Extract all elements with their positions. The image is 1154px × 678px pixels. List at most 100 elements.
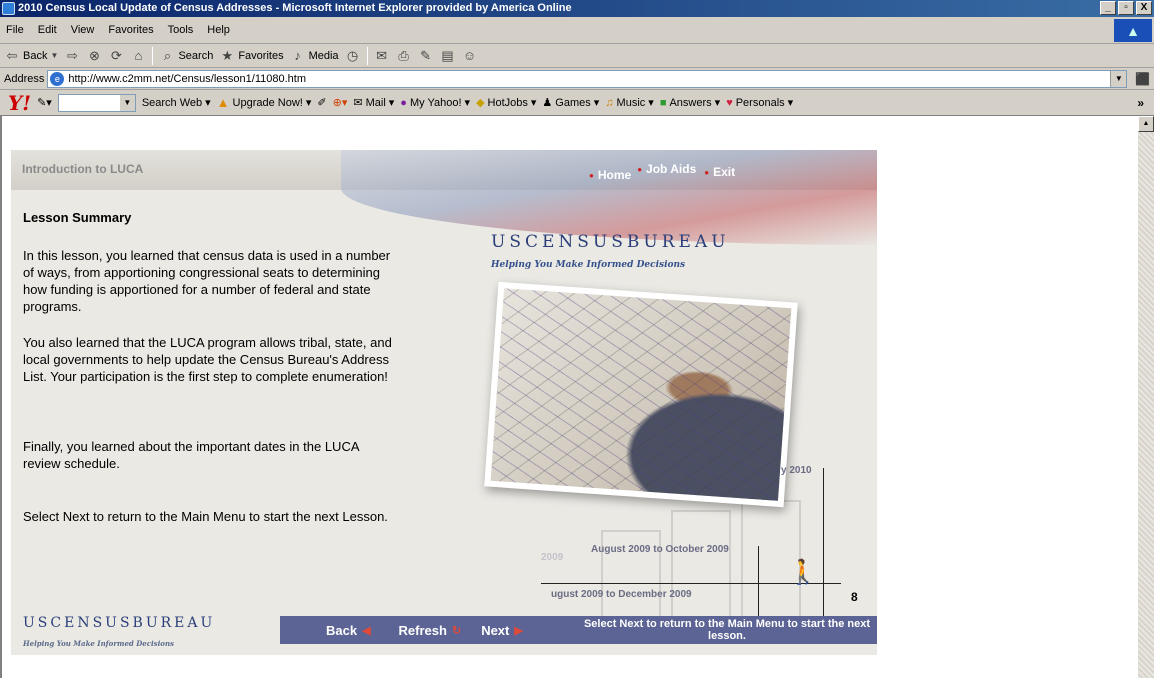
menu-file[interactable]: File [6, 24, 24, 36]
left-arrow-icon: ◀ [362, 624, 371, 637]
edit-icon[interactable]: ✎ [418, 48, 434, 64]
forward-button[interactable]: ⇨ [64, 48, 80, 64]
games-button[interactable]: ♟ Games ▾ [542, 96, 600, 110]
music-button[interactable]: ♫ Music ▾ [605, 96, 654, 110]
highlight-icon[interactable]: ✐ [317, 96, 326, 109]
maximize-button[interactable]: ▫ [1118, 1, 1134, 15]
favorites-button[interactable]: ★ Favorites [219, 48, 284, 64]
address-input[interactable]: e http://www.c2mm.net/Census/lesson1/110… [47, 69, 1128, 88]
refresh-icon[interactable]: ⟳ [108, 48, 124, 64]
search-label: Search [178, 49, 214, 62]
home-link[interactable]: Home [589, 168, 631, 182]
menu-bar: File Edit View Favorites Tools Help ▲ [0, 17, 1154, 44]
vertical-scrollbar[interactable]: ▲ [1138, 116, 1154, 678]
messenger-icon[interactable]: ☺ [462, 48, 478, 64]
summary-paragraph-1: In this lesson, you learned that census … [23, 248, 391, 314]
dropdown-icon: ▾ [787, 97, 794, 109]
address-dropdown-icon[interactable]: ▼ [1110, 70, 1127, 87]
address-url: http://www.c2mm.net/Census/lesson1/11080… [68, 72, 306, 85]
close-button[interactable]: X [1136, 1, 1152, 15]
back-nav-button[interactable]: Back ◀ [326, 623, 371, 638]
footer-census-logo: USCENSUSBUREAU [23, 615, 216, 631]
mail-label: Mail [365, 96, 386, 109]
aol-logo-icon: ▲ [1114, 19, 1152, 42]
minimize-button[interactable]: _ [1100, 1, 1116, 15]
window-title-bar[interactable]: 2010 Census Local Update of Census Addre… [0, 0, 1154, 17]
answers-label: Answers [669, 96, 712, 109]
dropdown-icon: ▾ [593, 97, 600, 109]
mail-icon[interactable]: ✉ [374, 48, 390, 64]
standard-toolbar: ⇦ Back ▼ ⇨ ⊗ ⟳ ⌂ ⌕ Search ★ Favorites ♪ … [0, 44, 1154, 68]
timeline-label-aug-oct: August 2009 to October 2009 [591, 544, 729, 555]
music-label: Music [616, 96, 646, 109]
census-bureau-logo: USCENSUSBUREAU [491, 232, 730, 252]
hotjobs-icon: ◆ [476, 97, 485, 109]
heart-icon: ♥ [726, 96, 733, 109]
yahoo-search-input[interactable]: ▼ [57, 93, 136, 112]
yahoo-logo[interactable]: Y! [8, 91, 31, 115]
games-label: Games [555, 96, 591, 109]
search-button[interactable]: ⌕ Search [159, 47, 214, 64]
census-bureau-tagline: Helping You Make Informed Decisions [491, 260, 686, 270]
next-nav-button[interactable]: Next ▶ [481, 623, 523, 638]
search-dropdown-icon[interactable]: ▼ [119, 94, 135, 111]
mail-button[interactable]: ✉ Mail ▾ [353, 96, 395, 110]
dropdown-icon: ▾ [388, 97, 395, 109]
timeline-label-faded: 2009 [541, 552, 564, 563]
dropdown-icon: ▾ [464, 97, 471, 109]
stop-icon[interactable]: ⊗ [86, 48, 102, 64]
history-icon[interactable]: ◷ [345, 48, 361, 64]
menu-favorites[interactable]: Favorites [108, 24, 153, 36]
refresh-nav-button[interactable]: Refresh ↻ [399, 623, 462, 638]
my-yahoo-label: My Yahoo! [409, 96, 462, 109]
search-icon: ⌕ [163, 47, 172, 63]
menu-view[interactable]: View [71, 24, 95, 36]
toolbar-separator [152, 46, 154, 65]
summary-paragraph-4: Select Next to return to the Main Menu t… [23, 509, 388, 524]
dropdown-icon: ▾ [205, 97, 211, 109]
hotjobs-button[interactable]: ◆ HotJobs ▾ [476, 96, 536, 110]
pdf-icon[interactable]: ⬛ [1135, 72, 1150, 86]
mail-icon: ✉ [353, 97, 363, 109]
antispy-icon[interactable]: ⊕▾ [333, 96, 348, 109]
dropdown-icon: ▾ [648, 97, 654, 109]
menu-tools[interactable]: Tools [168, 24, 194, 36]
exit-link[interactable]: Exit [704, 165, 735, 182]
lesson-frame: Introduction to LUCA Home Job Aids Exit … [11, 150, 877, 655]
pencil-icon[interactable]: ✎▾ [37, 96, 52, 109]
dropdown-icon: ▼ [50, 50, 59, 60]
search-web-button[interactable]: Search Web ▾ [142, 96, 211, 110]
discuss-icon[interactable]: ▤ [440, 48, 456, 64]
home-icon[interactable]: ⌂ [130, 48, 146, 64]
lesson-summary-heading: Lesson Summary [23, 210, 132, 225]
personals-label: Personals [735, 96, 785, 109]
menu-edit[interactable]: Edit [38, 24, 57, 36]
refresh-icon: ↻ [451, 624, 462, 637]
timeline-label-aug-dec: ugust 2009 to December 2009 [551, 589, 692, 600]
back-label: Back [23, 49, 48, 62]
media-button[interactable]: ♪ Media [290, 48, 338, 64]
dropdown-icon: ▾ [305, 97, 312, 109]
toolbar-separator [366, 46, 368, 65]
back-arrow-icon: ⇦ [6, 47, 18, 63]
job-aids-link[interactable]: Job Aids [637, 162, 696, 182]
scroll-up-arrow-icon[interactable]: ▲ [1138, 116, 1154, 132]
menu-help[interactable]: Help [207, 24, 230, 36]
print-icon[interactable]: ⎙ [396, 48, 412, 64]
lesson-nav: Home Job Aids Exit [589, 162, 735, 182]
photo-image [490, 288, 792, 501]
favorites-label: Favorites [238, 49, 284, 62]
my-yahoo-button[interactable]: ● My Yahoo! ▾ [400, 96, 471, 110]
upgrade-button[interactable]: ▲ Upgrade Now! ▾ [217, 95, 312, 110]
back-button[interactable]: ⇦ Back ▼ [4, 47, 59, 64]
ie-app-icon [2, 2, 15, 15]
personals-button[interactable]: ♥ Personals ▾ [726, 96, 794, 110]
more-chevron-icon[interactable]: » [1137, 96, 1144, 110]
music-icon: ♫ [605, 96, 614, 109]
address-label: Address [4, 72, 45, 85]
upgrade-label: Upgrade Now! [232, 96, 303, 109]
timeline-label-2010: y 2010 [781, 465, 812, 476]
answers-button[interactable]: ■ Answers ▾ [660, 96, 720, 110]
window-title: 2010 Census Local Update of Census Addre… [18, 2, 572, 14]
page-icon: e [50, 71, 65, 86]
